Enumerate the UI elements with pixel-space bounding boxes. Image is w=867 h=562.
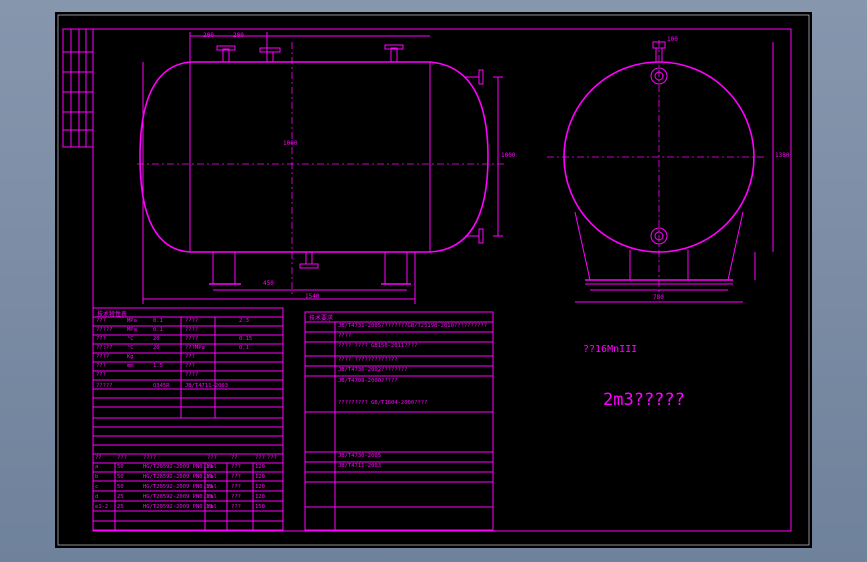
dim-side-width: 780 [653, 294, 664, 301]
dim-side-height: 1380 [775, 152, 790, 159]
design-cell: ??? [185, 363, 195, 369]
nozzle-cell: ??? [231, 474, 241, 480]
design-cell: ???? [185, 318, 199, 324]
drawing-sheet[interactable]: 200 200 1000 1000 450 1540 100 1380 780 … [55, 12, 812, 548]
requirement-line: ???? ???? GB150-2011???? [338, 343, 418, 349]
nozzle-cell: 50 [117, 474, 124, 480]
nozzle-cell: HG/T20592-2009 PN0.10 [143, 464, 213, 470]
dim-top-b: 200 [233, 32, 244, 39]
design-cell: ????? [96, 327, 113, 333]
design-cell: 20 [153, 336, 160, 342]
design-cell: 1.5 [153, 363, 163, 369]
design-cell: °C [127, 336, 134, 342]
nozzle-cell: 150 [255, 504, 265, 510]
nozzle-header-cell: ??? [267, 455, 277, 461]
nozzle-cell: 50 [117, 484, 124, 490]
nozzle-header-cell: ?? [95, 455, 102, 461]
nozzle-header-cell: ??? [117, 455, 127, 461]
design-cell: ??? [96, 336, 106, 342]
dim-inner-height: 1000 [283, 140, 298, 147]
nozzle-cell: c [95, 484, 99, 490]
dim-overall-length: 1540 [305, 293, 320, 300]
dim-top-a: 200 [203, 32, 214, 39]
requirement-line: ???? [338, 333, 352, 339]
design-cell: Q345R [153, 383, 170, 389]
nozzle-cell: a [95, 464, 99, 470]
design-cell: MPa [127, 327, 137, 333]
nozzle-cell: fal [207, 484, 217, 490]
requirement-line: JB/T4709-2000????? [338, 378, 398, 384]
dim-side-height: 1000 [501, 152, 516, 159]
nozzle-header-cell: ??? [255, 455, 265, 461]
nozzle-cell: HG/T20592-2009 PN0.10 [143, 494, 213, 500]
design-cell: 0.1 [239, 345, 249, 351]
design-cell: ???? [185, 372, 199, 378]
nozzle-cell: fal [207, 504, 217, 510]
requirement-line: ???? ????????????? [338, 357, 398, 363]
nozzle-cell: b [95, 474, 99, 480]
nozzle-header-cell: ???? [143, 455, 157, 461]
nozzle-cell: d [95, 494, 99, 500]
side-view-vessel [547, 40, 774, 303]
nozzle-cell: HG/T20592-2009 PN0.10 [143, 504, 213, 510]
nozzle-cell: e1-2 [95, 504, 109, 510]
requirement-line: ????????? GB/T1804-2000???? [338, 400, 428, 406]
design-cell: 0.1 [153, 327, 163, 333]
nozzle-cell: ??? [231, 504, 241, 510]
nozzle-cell: fal [207, 494, 217, 500]
nozzle-cell: fal [207, 464, 217, 470]
nozzle-header-cell: ?? [231, 455, 238, 461]
front-view-vessel [137, 32, 505, 304]
nozzle-cell: 120 [255, 474, 265, 480]
nozzle-cell: 120 [255, 464, 265, 470]
nozzle-cell: ??? [231, 494, 241, 500]
requirement-line: JB/T4730-2005 [338, 453, 382, 459]
nozzle-cell: 25 [117, 494, 124, 500]
requirements-title: 技术要求 [309, 315, 334, 322]
design-cell: ???MPa [185, 345, 205, 351]
design-cell: ??? [96, 318, 106, 324]
binding-strip [62, 28, 94, 148]
nozzle-cell: HG/T20592-2009 PN0.10 [143, 474, 213, 480]
nozzle-cell: 120 [255, 494, 265, 500]
requirement-line: JB/T4711-2003 [338, 463, 382, 469]
requirement-line: JB/T4731-2005????????GB/T25198-2010?????… [338, 323, 488, 329]
dim-saddle-span: 450 [263, 280, 274, 287]
design-cell: 0.1 [153, 318, 163, 324]
nozzle-cell: ??? [231, 484, 241, 490]
design-cell: ???? [185, 336, 199, 342]
nozzle-cell: 120 [255, 484, 265, 490]
nozzle-header-cell: ??? [207, 455, 217, 461]
dim-side-top: 100 [667, 36, 678, 43]
design-cell: ???? [185, 327, 199, 333]
design-cell: 0.15 [239, 336, 253, 342]
nozzle-cell: ??? [231, 464, 241, 470]
design-table-title: 技术特性表 [97, 311, 128, 318]
design-cell: ??? [96, 363, 106, 369]
design-cell: JB/T4711-2003 [185, 383, 229, 389]
design-cell: ??? [185, 354, 195, 360]
nozzle-cell: HG/T20592-2009 PN0.10 [143, 484, 213, 490]
design-cell: ??? [96, 372, 106, 378]
design-cell: ????? [96, 383, 113, 389]
requirement-line: JB/T4736-2002???????? [338, 367, 408, 373]
material-label: ??16MnIII [583, 344, 638, 355]
drawing-title: 2m3????? [603, 390, 685, 410]
design-cell: MPa [127, 318, 137, 324]
nozzle-cell: fal [207, 474, 217, 480]
design-cell: °C [127, 345, 134, 351]
design-cell: Kg [127, 354, 134, 360]
nozzle-cell: 25 [117, 504, 124, 510]
nozzle-cell: 50 [117, 464, 124, 470]
design-cell: ??:?? [96, 345, 113, 351]
design-cell: mm [127, 363, 134, 369]
design-cell: 2.3 [239, 318, 249, 324]
design-cell: ???? [96, 354, 110, 360]
design-cell: 20 [153, 345, 160, 351]
